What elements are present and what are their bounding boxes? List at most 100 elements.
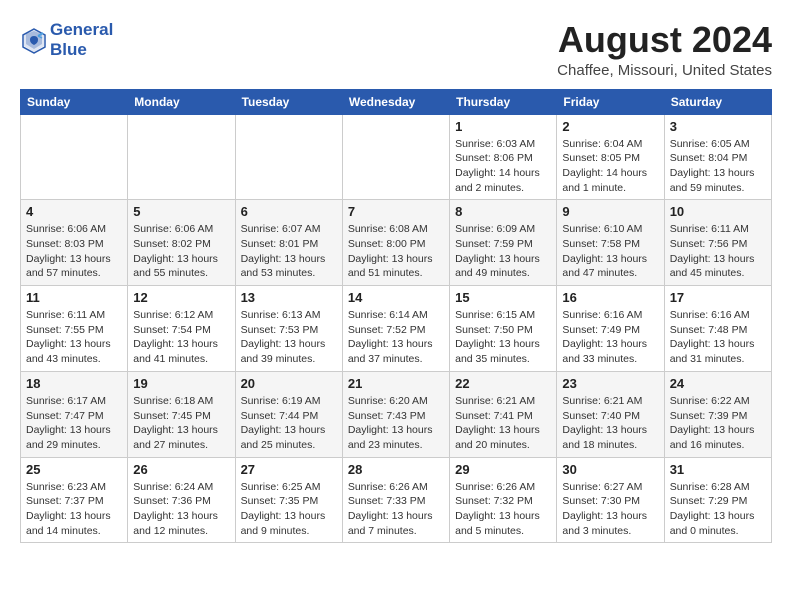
day-number: 18 xyxy=(26,376,122,391)
weekday-header-thursday: Thursday xyxy=(450,89,557,114)
calendar-cell: 31 Sunrise: 6:28 AMSunset: 7:29 PMDayligh… xyxy=(664,457,771,543)
weekday-header-tuesday: Tuesday xyxy=(235,89,342,114)
weekday-header-row: SundayMondayTuesdayWednesdayThursdayFrid… xyxy=(21,89,772,114)
day-number: 31 xyxy=(670,462,766,477)
day-number: 27 xyxy=(241,462,337,477)
day-info: Sunrise: 6:14 AMSunset: 7:52 PMDaylight:… xyxy=(348,308,444,367)
logo-icon xyxy=(20,26,48,54)
day-number: 12 xyxy=(133,290,229,305)
calendar-cell xyxy=(342,114,449,200)
location-subtitle: Chaffee, Missouri, United States xyxy=(557,62,772,79)
weekday-header-monday: Monday xyxy=(128,89,235,114)
day-number: 19 xyxy=(133,376,229,391)
day-info: Sunrise: 6:07 AMSunset: 8:01 PMDaylight:… xyxy=(241,222,337,281)
calendar-cell: 30 Sunrise: 6:27 AMSunset: 7:30 PMDayligh… xyxy=(557,457,664,543)
calendar-table: SundayMondayTuesdayWednesdayThursdayFrid… xyxy=(20,89,772,544)
calendar-week-row: 1 Sunrise: 6:03 AMSunset: 8:06 PMDaylight… xyxy=(21,114,772,200)
day-number: 30 xyxy=(562,462,658,477)
day-number: 8 xyxy=(455,204,551,219)
day-number: 5 xyxy=(133,204,229,219)
day-number: 24 xyxy=(670,376,766,391)
calendar-cell: 26Sunrise: 6:24 AMSunset: 7:36 PMDayligh… xyxy=(128,457,235,543)
calendar-cell: 18 Sunrise: 6:17 AMSunset: 7:47 PMDayligh… xyxy=(21,371,128,457)
weekday-header-friday: Friday xyxy=(557,89,664,114)
calendar-cell: 28Sunrise: 6:26 AMSunset: 7:33 PMDayligh… xyxy=(342,457,449,543)
calendar-cell: 10 Sunrise: 6:11 AMSunset: 7:56 PMDayligh… xyxy=(664,200,771,286)
calendar-cell: 12 Sunrise: 6:12 AMSunset: 7:54 PMDayligh… xyxy=(128,286,235,372)
day-info: Sunrise: 6:03 AMSunset: 8:06 PMDaylight:… xyxy=(455,137,551,196)
day-info: Sunrise: 6:11 AMSunset: 7:56 PMDaylight:… xyxy=(670,222,766,281)
calendar-cell xyxy=(128,114,235,200)
day-info: Sunrise: 6:21 AMSunset: 7:40 PMDaylight:… xyxy=(562,394,658,453)
day-info: Sunrise: 6:13 AMSunset: 7:53 PMDaylight:… xyxy=(241,308,337,367)
calendar-cell: 3Sunrise: 6:05 AMSunset: 8:04 PMDaylight… xyxy=(664,114,771,200)
header: General Blue August 2024 Chaffee, Missou… xyxy=(20,20,772,79)
day-info: Sunrise: 6:28 AMSunset: 7:29 PMDaylight:… xyxy=(670,480,766,539)
weekday-header-wednesday: Wednesday xyxy=(342,89,449,114)
day-number: 21 xyxy=(348,376,444,391)
day-info: Sunrise: 6:23 AMSunset: 7:37 PMDaylight:… xyxy=(26,480,122,539)
logo-line1: General xyxy=(50,20,113,39)
calendar-cell: 23 Sunrise: 6:21 AMSunset: 7:40 PMDayligh… xyxy=(557,371,664,457)
title-block: August 2024 Chaffee, Missouri, United St… xyxy=(557,20,772,79)
page: General Blue August 2024 Chaffee, Missou… xyxy=(0,0,792,553)
calendar-cell: 9Sunrise: 6:10 AMSunset: 7:58 PMDaylight… xyxy=(557,200,664,286)
calendar-cell: 17Sunrise: 6:16 AMSunset: 7:48 PMDayligh… xyxy=(664,286,771,372)
day-info: Sunrise: 6:12 AMSunset: 7:54 PMDaylight:… xyxy=(133,308,229,367)
calendar-cell: 11 Sunrise: 6:11 AMSunset: 7:55 PMDayligh… xyxy=(21,286,128,372)
calendar-cell: 5 Sunrise: 6:06 AMSunset: 8:02 PMDaylight… xyxy=(128,200,235,286)
calendar-cell: 27 Sunrise: 6:25 AMSunset: 7:35 PMDayligh… xyxy=(235,457,342,543)
calendar-cell: 25 Sunrise: 6:23 AMSunset: 7:37 PMDayligh… xyxy=(21,457,128,543)
day-number: 15 xyxy=(455,290,551,305)
day-info: Sunrise: 6:25 AMSunset: 7:35 PMDaylight:… xyxy=(241,480,337,539)
day-info: Sunrise: 6:04 AMSunset: 8:05 PMDaylight:… xyxy=(562,137,658,196)
day-number: 22 xyxy=(455,376,551,391)
logo: General Blue xyxy=(20,20,113,59)
logo-line2: Blue xyxy=(50,40,87,59)
day-info: Sunrise: 6:27 AMSunset: 7:30 PMDaylight:… xyxy=(562,480,658,539)
calendar-cell xyxy=(21,114,128,200)
day-number: 1 xyxy=(455,119,551,134)
day-number: 23 xyxy=(562,376,658,391)
calendar-cell: 22 Sunrise: 6:21 AMSunset: 7:41 PMDayligh… xyxy=(450,371,557,457)
calendar-cell: 16 Sunrise: 6:16 AMSunset: 7:49 PMDayligh… xyxy=(557,286,664,372)
day-info: Sunrise: 6:06 AMSunset: 8:02 PMDaylight:… xyxy=(133,222,229,281)
day-number: 25 xyxy=(26,462,122,477)
day-info: Sunrise: 6:10 AMSunset: 7:58 PMDaylight:… xyxy=(562,222,658,281)
day-number: 20 xyxy=(241,376,337,391)
day-number: 7 xyxy=(348,204,444,219)
calendar-cell: 19Sunrise: 6:18 AMSunset: 7:45 PMDayligh… xyxy=(128,371,235,457)
day-number: 28 xyxy=(348,462,444,477)
day-number: 11 xyxy=(26,290,122,305)
calendar-cell: 24 Sunrise: 6:22 AMSunset: 7:39 PMDayligh… xyxy=(664,371,771,457)
day-number: 3 xyxy=(670,119,766,134)
day-number: 17 xyxy=(670,290,766,305)
calendar-week-row: 11 Sunrise: 6:11 AMSunset: 7:55 PMDayligh… xyxy=(21,286,772,372)
day-number: 29 xyxy=(455,462,551,477)
day-info: Sunrise: 6:11 AMSunset: 7:55 PMDaylight:… xyxy=(26,308,122,367)
calendar-cell: 15 Sunrise: 6:15 AMSunset: 7:50 PMDayligh… xyxy=(450,286,557,372)
calendar-cell: 20 Sunrise: 6:19 AMSunset: 7:44 PMDayligh… xyxy=(235,371,342,457)
day-number: 4 xyxy=(26,204,122,219)
day-info: Sunrise: 6:19 AMSunset: 7:44 PMDaylight:… xyxy=(241,394,337,453)
day-info: Sunrise: 6:16 AMSunset: 7:49 PMDaylight:… xyxy=(562,308,658,367)
day-info: Sunrise: 6:17 AMSunset: 7:47 PMDaylight:… xyxy=(26,394,122,453)
calendar-cell: 8 Sunrise: 6:09 AMSunset: 7:59 PMDaylight… xyxy=(450,200,557,286)
calendar-cell: 6 Sunrise: 6:07 AMSunset: 8:01 PMDaylight… xyxy=(235,200,342,286)
day-info: Sunrise: 6:21 AMSunset: 7:41 PMDaylight:… xyxy=(455,394,551,453)
calendar-cell: 21Sunrise: 6:20 AMSunset: 7:43 PMDayligh… xyxy=(342,371,449,457)
day-number: 10 xyxy=(670,204,766,219)
calendar-week-row: 4 Sunrise: 6:06 AMSunset: 8:03 PMDaylight… xyxy=(21,200,772,286)
calendar-cell: 2Sunrise: 6:04 AMSunset: 8:05 PMDaylight… xyxy=(557,114,664,200)
day-info: Sunrise: 6:06 AMSunset: 8:03 PMDaylight:… xyxy=(26,222,122,281)
day-info: Sunrise: 6:22 AMSunset: 7:39 PMDaylight:… xyxy=(670,394,766,453)
day-number: 6 xyxy=(241,204,337,219)
calendar-week-row: 18 Sunrise: 6:17 AMSunset: 7:47 PMDayligh… xyxy=(21,371,772,457)
day-number: 16 xyxy=(562,290,658,305)
logo-text: General Blue xyxy=(50,20,113,59)
day-number: 26 xyxy=(133,462,229,477)
day-info: Sunrise: 6:15 AMSunset: 7:50 PMDaylight:… xyxy=(455,308,551,367)
calendar-week-row: 25 Sunrise: 6:23 AMSunset: 7:37 PMDayligh… xyxy=(21,457,772,543)
calendar-cell: 7Sunrise: 6:08 AMSunset: 8:00 PMDaylight… xyxy=(342,200,449,286)
day-info: Sunrise: 6:09 AMSunset: 7:59 PMDaylight:… xyxy=(455,222,551,281)
